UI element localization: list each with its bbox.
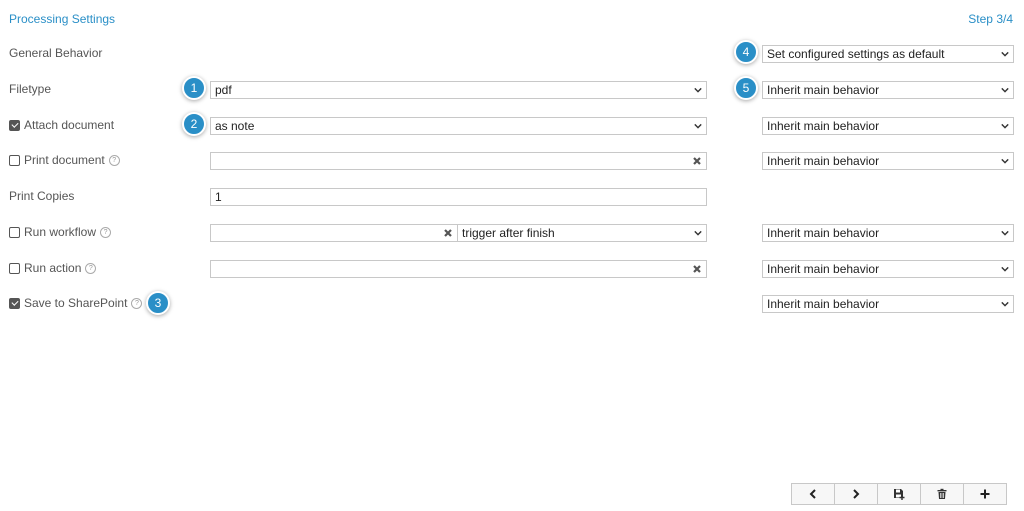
chevron-down-icon <box>1001 51 1009 57</box>
general-behavior-select[interactable]: Set configured settings as default <box>762 45 1014 63</box>
filetype-label: Filetype <box>9 82 51 96</box>
help-icon[interactable]: ? <box>131 297 143 309</box>
sharepoint-behavior-select[interactable]: Inherit main behavior <box>762 295 1014 313</box>
chevron-down-icon <box>1001 123 1009 129</box>
callout-badge-4: 4 <box>734 40 758 64</box>
sharepoint-behavior-value: Inherit main behavior <box>767 297 880 311</box>
page-title: Processing Settings <box>9 12 116 26</box>
clear-icon[interactable] <box>692 264 702 274</box>
general-behavior-label: General Behavior <box>9 46 102 60</box>
print-document-text: Print document <box>24 153 105 167</box>
workflow-trigger-value: trigger after finish <box>462 226 555 240</box>
previous-button[interactable] <box>791 483 835 505</box>
run-action-label: Run action ? <box>9 261 97 275</box>
chevron-down-icon <box>1001 158 1009 164</box>
run-workflow-checkbox[interactable] <box>9 226 20 238</box>
callout-badge-1: 1 <box>182 76 206 100</box>
attach-document-label: Attach document <box>9 118 114 132</box>
chevron-down-icon <box>1001 87 1009 93</box>
plus-icon <box>980 489 990 499</box>
save-button[interactable] <box>877 483 921 505</box>
save-sharepoint-text: Save to SharePoint <box>24 296 128 310</box>
save-icon <box>894 489 905 500</box>
workflow-behavior-value: Inherit main behavior <box>767 226 880 240</box>
run-workflow-text: Run workflow <box>24 225 97 239</box>
filetype-behavior-value: Inherit main behavior <box>767 83 880 97</box>
print-copies-value: 1 <box>215 190 222 204</box>
action-behavior-select[interactable]: Inherit main behavior <box>762 260 1014 278</box>
next-button[interactable] <box>834 483 878 505</box>
print-document-input[interactable] <box>210 152 707 170</box>
print-copies-label: Print Copies <box>9 189 74 203</box>
chevron-down-icon <box>1001 301 1009 307</box>
filetype-text: Filetype <box>9 82 52 96</box>
attach-document-text: Attach document <box>24 118 115 132</box>
chevron-down-icon <box>694 230 702 236</box>
clear-icon[interactable] <box>443 228 453 238</box>
print-copies-input[interactable]: 1 <box>210 188 707 206</box>
help-icon[interactable]: ? <box>85 262 97 274</box>
save-sharepoint-checkbox[interactable] <box>9 297 20 309</box>
print-document-checkbox[interactable] <box>9 154 20 166</box>
filetype-select[interactable]: pdf <box>210 81 707 99</box>
chevron-left-icon <box>809 489 816 499</box>
trash-icon <box>937 488 947 499</box>
filetype-behavior-select[interactable]: Inherit main behavior <box>762 81 1014 99</box>
add-button[interactable] <box>963 483 1007 505</box>
bottom-toolbar <box>791 483 1007 505</box>
clear-icon[interactable] <box>692 156 702 166</box>
help-icon[interactable]: ? <box>100 226 112 238</box>
general-behavior-value: Set configured settings as default <box>767 47 945 61</box>
delete-button[interactable] <box>920 483 964 505</box>
save-sharepoint-label: Save to SharePoint ? <box>9 296 143 310</box>
run-action-input[interactable] <box>210 260 707 278</box>
help-icon[interactable]: ? <box>108 154 120 166</box>
print-copies-text: Print Copies <box>9 189 75 203</box>
step-indicator: Step 3/4 <box>968 12 1013 26</box>
action-behavior-value: Inherit main behavior <box>767 262 880 276</box>
chevron-down-icon <box>694 123 702 129</box>
run-workflow-label: Run workflow ? <box>9 225 112 239</box>
chevron-down-icon <box>1001 230 1009 236</box>
attach-behavior-select[interactable]: Inherit main behavior <box>762 117 1014 135</box>
callout-badge-2: 2 <box>182 112 206 136</box>
callout-badge-5: 5 <box>734 76 758 100</box>
print-behavior-value: Inherit main behavior <box>767 154 880 168</box>
filetype-value: pdf <box>215 83 232 97</box>
attach-document-value: as note <box>215 119 255 133</box>
callout-badge-3: 3 <box>146 291 170 315</box>
run-action-checkbox[interactable] <box>9 262 20 274</box>
chevron-down-icon <box>694 87 702 93</box>
attach-document-checkbox[interactable] <box>9 119 20 131</box>
general-behavior-text: General Behavior <box>9 46 103 60</box>
attach-document-select[interactable]: as note <box>210 117 707 135</box>
run-action-text: Run action <box>24 261 82 275</box>
print-behavior-select[interactable]: Inherit main behavior <box>762 152 1014 170</box>
workflow-trigger-select[interactable]: trigger after finish <box>457 224 707 242</box>
chevron-down-icon <box>1001 266 1009 272</box>
attach-behavior-value: Inherit main behavior <box>767 119 880 133</box>
chevron-right-icon <box>853 489 860 499</box>
workflow-behavior-select[interactable]: Inherit main behavior <box>762 224 1014 242</box>
run-workflow-input[interactable] <box>210 224 458 242</box>
print-document-label: Print document ? <box>9 153 120 167</box>
